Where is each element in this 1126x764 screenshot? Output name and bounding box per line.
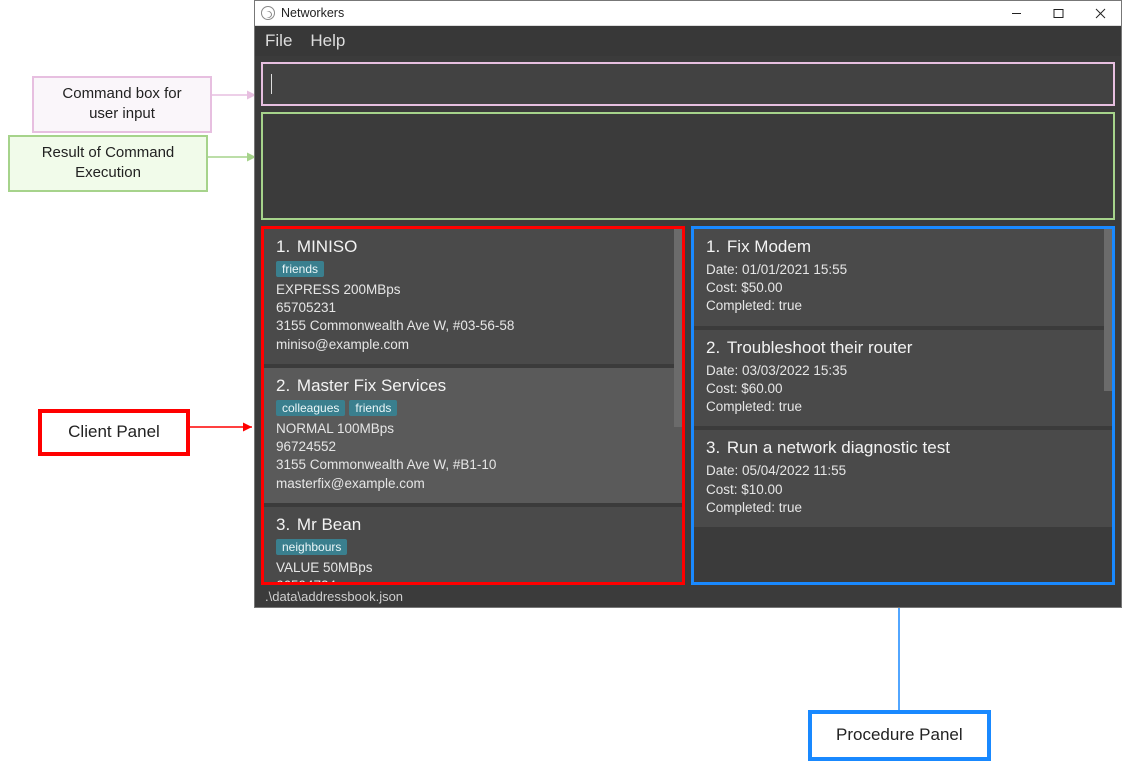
procedure-scrollbar[interactable] <box>1104 229 1112 582</box>
command-input[interactable] <box>276 76 1105 93</box>
procedure-completed: Completed: true <box>706 398 1100 416</box>
client-phone: 65705231 <box>276 299 670 317</box>
client-address: 3155 Commonwealth Ave W, #03-56-58 <box>276 317 670 335</box>
procedure-date: Date: 05/04/2022 11:55 <box>706 462 1100 480</box>
client-address: 3155 Commonwealth Ave W, #B1-10 <box>276 456 670 474</box>
callout-procedure-panel: Procedure Panel <box>808 710 991 761</box>
result-box <box>261 112 1115 220</box>
tag: friends <box>276 261 324 277</box>
menu-help[interactable]: Help <box>310 31 345 51</box>
procedure-card[interactable]: 3. Run a network diagnostic test Date: 05… <box>694 430 1112 527</box>
client-phone: 66594724 <box>276 577 670 582</box>
client-phone: 96724552 <box>276 438 670 456</box>
procedure-card[interactable]: 2. Troubleshoot their router Date: 03/03/… <box>694 330 1112 427</box>
app-icon <box>261 6 275 20</box>
client-card[interactable]: 3. Mr Bean neighbours VALUE 50MBps66594724 <box>264 507 682 582</box>
client-title: 2. Master Fix Services <box>276 376 670 396</box>
procedure-cost: Cost: $10.00 <box>706 481 1100 499</box>
procedure-date: Date: 01/01/2021 15:55 <box>706 261 1100 279</box>
command-box[interactable] <box>261 62 1115 106</box>
client-plan: VALUE 50MBps <box>276 559 670 577</box>
procedure-completed: Completed: true <box>706 499 1100 517</box>
procedure-completed: Completed: true <box>706 297 1100 315</box>
window-maximize-button[interactable] <box>1037 1 1079 25</box>
callout-result-box: Result of Command Execution <box>8 135 208 192</box>
window-close-button[interactable] <box>1079 1 1121 25</box>
menu-file[interactable]: File <box>265 31 292 51</box>
tag: friends <box>349 400 397 416</box>
client-email: miniso@example.com <box>276 336 670 354</box>
procedure-card[interactable]: 1. Fix Modem Date: 01/01/2021 15:55Cost: … <box>694 229 1112 326</box>
app-window: Networkers File Help <box>254 0 1122 608</box>
client-card[interactable]: 1. MINISO friends EXPRESS 200MBps657052313… <box>264 229 682 364</box>
client-plan: EXPRESS 200MBps <box>276 281 670 299</box>
procedure-cost: Cost: $50.00 <box>706 279 1100 297</box>
tag: neighbours <box>276 539 347 555</box>
titlebar: Networkers <box>255 1 1121 26</box>
procedure-panel: 1. Fix ModemDate: 01/01/2021 15:55Cost: … <box>691 226 1115 585</box>
client-title: 3. Mr Bean <box>276 515 670 535</box>
callout-client-panel: Client Panel <box>38 409 190 456</box>
client-card[interactable]: 2. Master Fix Services colleaguesfriends N… <box>264 368 682 503</box>
text-cursor <box>271 74 272 94</box>
procedure-cost: Cost: $60.00 <box>706 380 1100 398</box>
status-path: .\data\addressbook.json <box>265 589 403 604</box>
procedure-title: 2. Troubleshoot their router <box>706 338 1100 358</box>
client-title: 1. MINISO <box>276 237 670 257</box>
window-minimize-button[interactable] <box>995 1 1037 25</box>
callout-command-box: Command box for user input <box>32 76 212 133</box>
client-scrollarea[interactable]: 1. MINISOfriendsEXPRESS 200MBps657052313… <box>264 229 682 582</box>
client-panel: 1. MINISOfriendsEXPRESS 200MBps657052313… <box>261 226 685 585</box>
client-scrollbar[interactable] <box>674 229 682 582</box>
client-plan: NORMAL 100MBps <box>276 420 670 438</box>
window-title: Networkers <box>281 6 344 20</box>
procedure-date: Date: 03/03/2022 15:35 <box>706 362 1100 380</box>
statusbar: .\data\addressbook.json <box>255 585 1121 607</box>
procedure-title: 3. Run a network diagnostic test <box>706 438 1100 458</box>
menubar: File Help <box>255 26 1121 56</box>
client-tags: friends <box>276 261 670 277</box>
tag: colleagues <box>276 400 345 416</box>
client-email: masterfix@example.com <box>276 475 670 493</box>
procedure-title: 1. Fix Modem <box>706 237 1100 257</box>
client-tags: neighbours <box>276 539 670 555</box>
procedure-scrollarea[interactable]: 1. Fix ModemDate: 01/01/2021 15:55Cost: … <box>694 229 1112 582</box>
client-tags: colleaguesfriends <box>276 400 670 416</box>
